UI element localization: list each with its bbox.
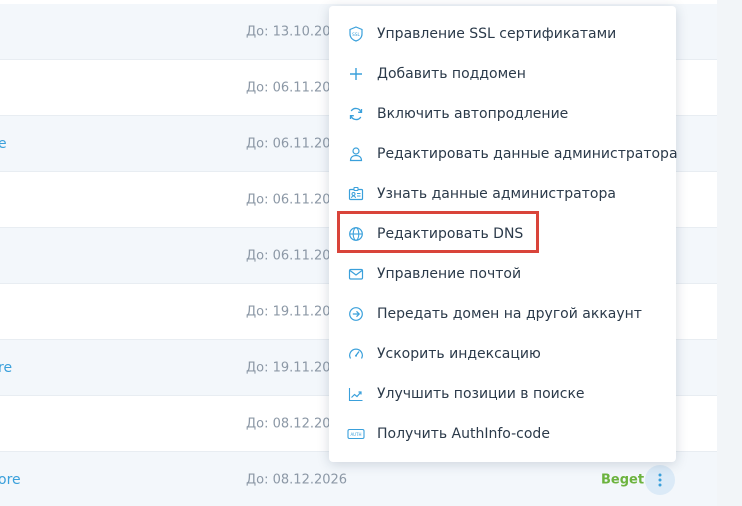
expiry-date: До: 08.12.2026 — [246, 472, 348, 487]
domains-page: До: 13.10.2026 До: 06.11.2026 e До: 06.1… — [0, 0, 742, 506]
vertical-dots-icon — [658, 473, 662, 486]
ssl-shield-icon: SSL — [347, 25, 365, 43]
menu-item-ssl[interactable]: SSL Управление SSL сертификатами — [329, 14, 676, 54]
globe-icon — [347, 225, 365, 243]
registrar-label: Beget — [601, 472, 645, 487]
menu-item-label: Редактировать данные администратора — [377, 146, 678, 162]
menu-item-label: Ускорить индексацию — [377, 346, 541, 362]
menu-item-label: Включить автопродление — [377, 106, 569, 122]
menu-item-edit-admin[interactable]: Редактировать данные администратора — [329, 134, 678, 174]
menu-item-edit-dns[interactable]: Редактировать DNS — [329, 214, 676, 254]
speedometer-icon — [347, 345, 365, 363]
id-card-icon — [347, 185, 365, 203]
menu-item-label: Узнать данные администратора — [377, 186, 616, 202]
right-scroll-area — [717, 0, 742, 506]
menu-item-autorenew[interactable]: Включить автопродление — [329, 94, 676, 134]
domain-link[interactable]: e — [0, 136, 7, 152]
menu-item-label: Получить AuthInfo-code — [377, 426, 550, 442]
user-icon — [347, 145, 365, 163]
auth-code-icon: AUTH — [347, 425, 365, 443]
domain-link[interactable]: re — [0, 360, 12, 376]
plus-icon — [347, 65, 365, 83]
mail-icon — [347, 265, 365, 283]
menu-item-label: Редактировать DNS — [377, 226, 524, 242]
menu-item-authinfo[interactable]: AUTH Получить AuthInfo-code — [329, 414, 676, 454]
menu-item-label: Управление SSL сертификатами — [377, 26, 617, 42]
menu-item-add-subdomain[interactable]: Добавить поддомен — [329, 54, 676, 94]
domain-link[interactable]: ore — [0, 472, 21, 488]
menu-item-label: Передать домен на другой аккаунт — [377, 306, 642, 322]
menu-item-transfer-domain[interactable]: Передать домен на другой аккаунт — [329, 294, 676, 334]
menu-item-improve-search[interactable]: Улучшить позиции в поиске — [329, 374, 676, 414]
transfer-icon — [347, 305, 365, 323]
ssl-icon-text: SSL — [352, 32, 360, 37]
menu-item-view-admin[interactable]: Узнать данные администратора — [329, 174, 676, 214]
menu-item-label: Управление почтой — [377, 266, 522, 282]
more-actions-button[interactable] — [645, 464, 675, 495]
refresh-icon — [347, 105, 365, 123]
auth-icon-text: AUTH — [350, 432, 361, 437]
menu-item-label: Добавить поддомен — [377, 66, 526, 82]
trend-up-icon — [347, 385, 365, 403]
domain-actions-menu: SSL Управление SSL сертификатами Добавит… — [329, 6, 678, 462]
menu-item-label: Улучшить позиции в поиске — [377, 386, 585, 402]
menu-item-mail[interactable]: Управление почтой — [329, 254, 676, 294]
menu-item-speed-indexing[interactable]: Ускорить индексацию — [329, 334, 676, 374]
